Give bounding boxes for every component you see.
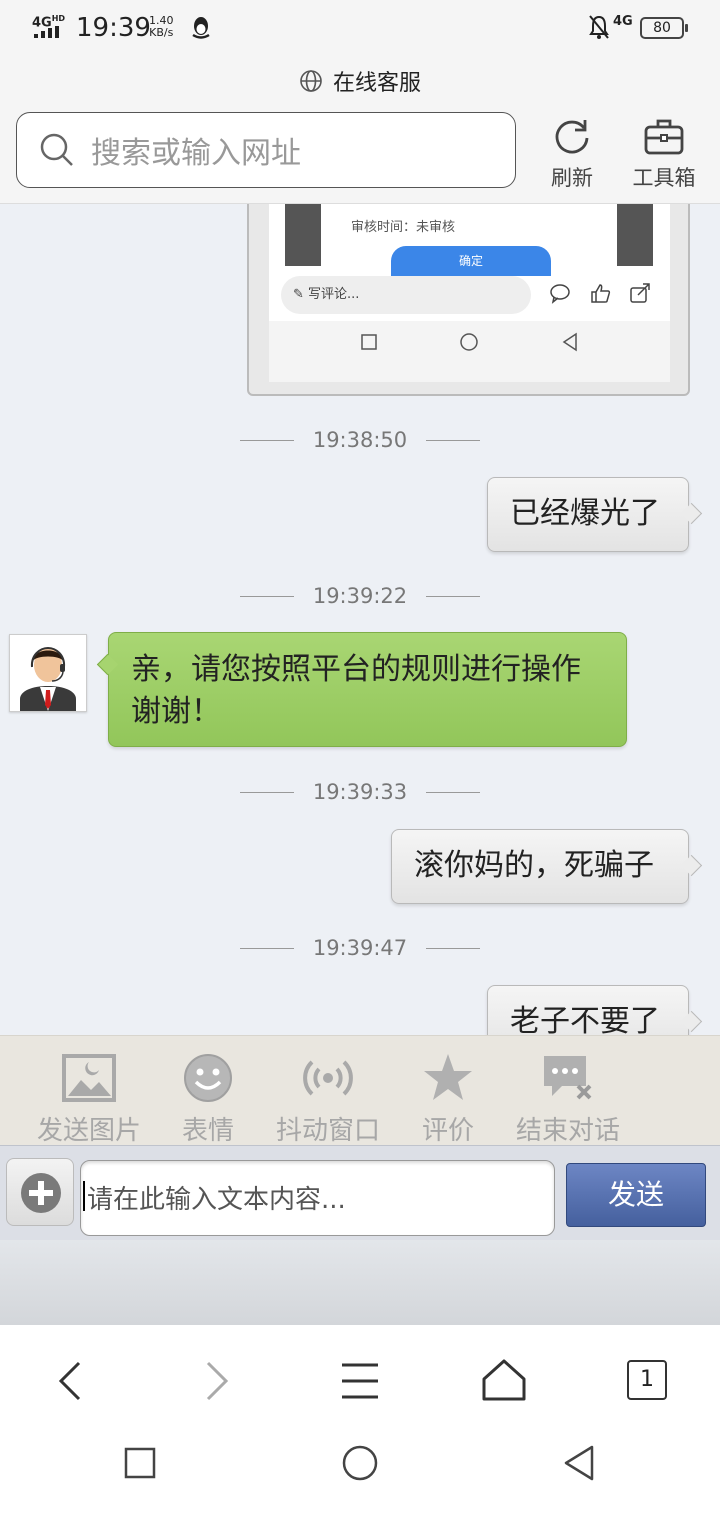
search-icon bbox=[40, 133, 73, 166]
browser-navbar bbox=[0, 1325, 720, 1435]
message-bubble-agent[interactable]: 亲，请您按照平台的规则进行操作谢谢！ bbox=[108, 632, 627, 747]
page-title: 在线客服 bbox=[332, 71, 421, 96]
back-icon[interactable] bbox=[45, 1355, 97, 1407]
emoji-button[interactable]: 表情 bbox=[176, 1050, 240, 1147]
comment-icon bbox=[550, 284, 570, 304]
screenshot-body: 审核时间：未审核 确定 ✎ 写评论... bbox=[269, 204, 670, 321]
qq-penguin-icon bbox=[192, 17, 210, 39]
message-composer: 请在此输入文本内容... 发送 bbox=[0, 1145, 720, 1240]
audit-time-text: 审核时间：未审核 bbox=[351, 220, 456, 235]
share-icon bbox=[630, 283, 650, 303]
network-type-right: 4G bbox=[613, 14, 633, 29]
toolbox-label: 工具箱 bbox=[632, 166, 696, 190]
send-image-label: 发送图片 bbox=[36, 1116, 141, 1146]
plus-icon bbox=[21, 1173, 61, 1213]
add-attachment-button[interactable] bbox=[6, 1158, 74, 1226]
toolbox-button[interactable]: 工具箱 bbox=[624, 116, 704, 192]
star-icon bbox=[424, 1054, 472, 1100]
square-icon bbox=[361, 334, 377, 350]
shake-window-button[interactable]: 抖动窗口 bbox=[270, 1050, 386, 1147]
comment-box: ✎ 写评论... bbox=[281, 276, 531, 314]
rate-button[interactable]: 评价 bbox=[416, 1050, 480, 1147]
notification-mute-icon bbox=[589, 15, 609, 39]
home-icon[interactable] bbox=[478, 1355, 530, 1407]
chat-action-bar: 发送图片 表情 抖动窗口 评价 结束对话 bbox=[0, 1035, 720, 1147]
composer-footer bbox=[0, 1240, 720, 1325]
image-icon bbox=[62, 1054, 116, 1102]
timestamp-divider: 19:39:22 bbox=[240, 584, 480, 608]
timestamp-divider: 19:39:33 bbox=[240, 780, 480, 804]
clock: 19:39 bbox=[76, 13, 151, 43]
chat-area[interactable]: 审核时间：未审核 确定 ✎ 写评论... 19:38:50 已经爆光了 19:3… bbox=[0, 204, 720, 1035]
circle-icon bbox=[460, 333, 479, 351]
tab-count-button[interactable]: 1 bbox=[627, 1360, 667, 1400]
screenshot-content: 审核时间：未审核 确定 ✎ 写评论... bbox=[269, 204, 670, 382]
emoji-label: 表情 bbox=[181, 1116, 234, 1146]
rate-label: 评价 bbox=[421, 1116, 474, 1146]
message-input[interactable]: 请在此输入文本内容... bbox=[80, 1160, 555, 1236]
send-button[interactable]: 发送 bbox=[566, 1163, 706, 1227]
signal-icon bbox=[34, 26, 59, 38]
screenshot-icons bbox=[549, 282, 651, 304]
shake-window-label: 抖动窗口 bbox=[275, 1116, 380, 1146]
vibrate-icon bbox=[303, 1060, 353, 1096]
home-circle-icon[interactable] bbox=[340, 1443, 380, 1483]
send-image-button[interactable]: 发送图片 bbox=[30, 1050, 148, 1147]
network-speed: 1.40 KB/s bbox=[149, 14, 174, 39]
refresh-icon bbox=[555, 120, 589, 154]
end-chat-button[interactable]: 结束对话 bbox=[510, 1050, 626, 1147]
screenshot-dark-block bbox=[617, 204, 653, 266]
smiley-icon bbox=[184, 1054, 232, 1102]
end-chat-icon bbox=[544, 1056, 592, 1100]
refresh-button[interactable]: 刷新 bbox=[532, 116, 612, 192]
message-bubble-user[interactable]: 老子不要了 bbox=[487, 985, 689, 1035]
timestamp-divider: 19:38:50 bbox=[240, 428, 480, 452]
end-chat-label: 结束对话 bbox=[515, 1116, 620, 1146]
confirm-button: 确定 bbox=[391, 246, 551, 276]
search-input[interactable]: 搜索或输入网址 bbox=[16, 112, 516, 188]
screenshot-dark-block bbox=[285, 204, 321, 266]
triangle-icon bbox=[562, 332, 577, 352]
like-icon bbox=[591, 284, 611, 303]
globe-icon bbox=[300, 70, 322, 92]
toolbox-icon bbox=[644, 119, 684, 155]
refresh-label: 刷新 bbox=[551, 166, 593, 190]
agent-avatar-icon bbox=[20, 646, 76, 711]
search-placeholder: 搜索或输入网址 bbox=[91, 136, 301, 171]
screenshot-navbar bbox=[269, 332, 670, 352]
system-navbar bbox=[0, 1435, 720, 1520]
system-back-icon[interactable] bbox=[560, 1443, 600, 1483]
agent-avatar[interactable] bbox=[9, 634, 87, 712]
message-bubble-user[interactable]: 已经爆光了 bbox=[487, 477, 689, 552]
browser-toolbar: 搜索或输入网址 刷新 工具箱 bbox=[0, 106, 720, 204]
message-bubble-user[interactable]: 滚你妈的，死骗子 bbox=[391, 829, 689, 904]
recent-apps-icon[interactable] bbox=[120, 1443, 160, 1483]
timestamp-divider: 19:39:47 bbox=[240, 936, 480, 960]
forward-icon[interactable] bbox=[190, 1355, 242, 1407]
sent-image-message[interactable]: 审核时间：未审核 确定 ✎ 写评论... bbox=[247, 204, 690, 396]
page-title-bar: 在线客服 bbox=[0, 56, 720, 106]
battery-icon: 80 bbox=[640, 17, 688, 39]
status-bar: 4GHD 19:39 1.40 KB/s 4G 80 bbox=[0, 0, 720, 56]
menu-icon[interactable] bbox=[334, 1355, 386, 1407]
